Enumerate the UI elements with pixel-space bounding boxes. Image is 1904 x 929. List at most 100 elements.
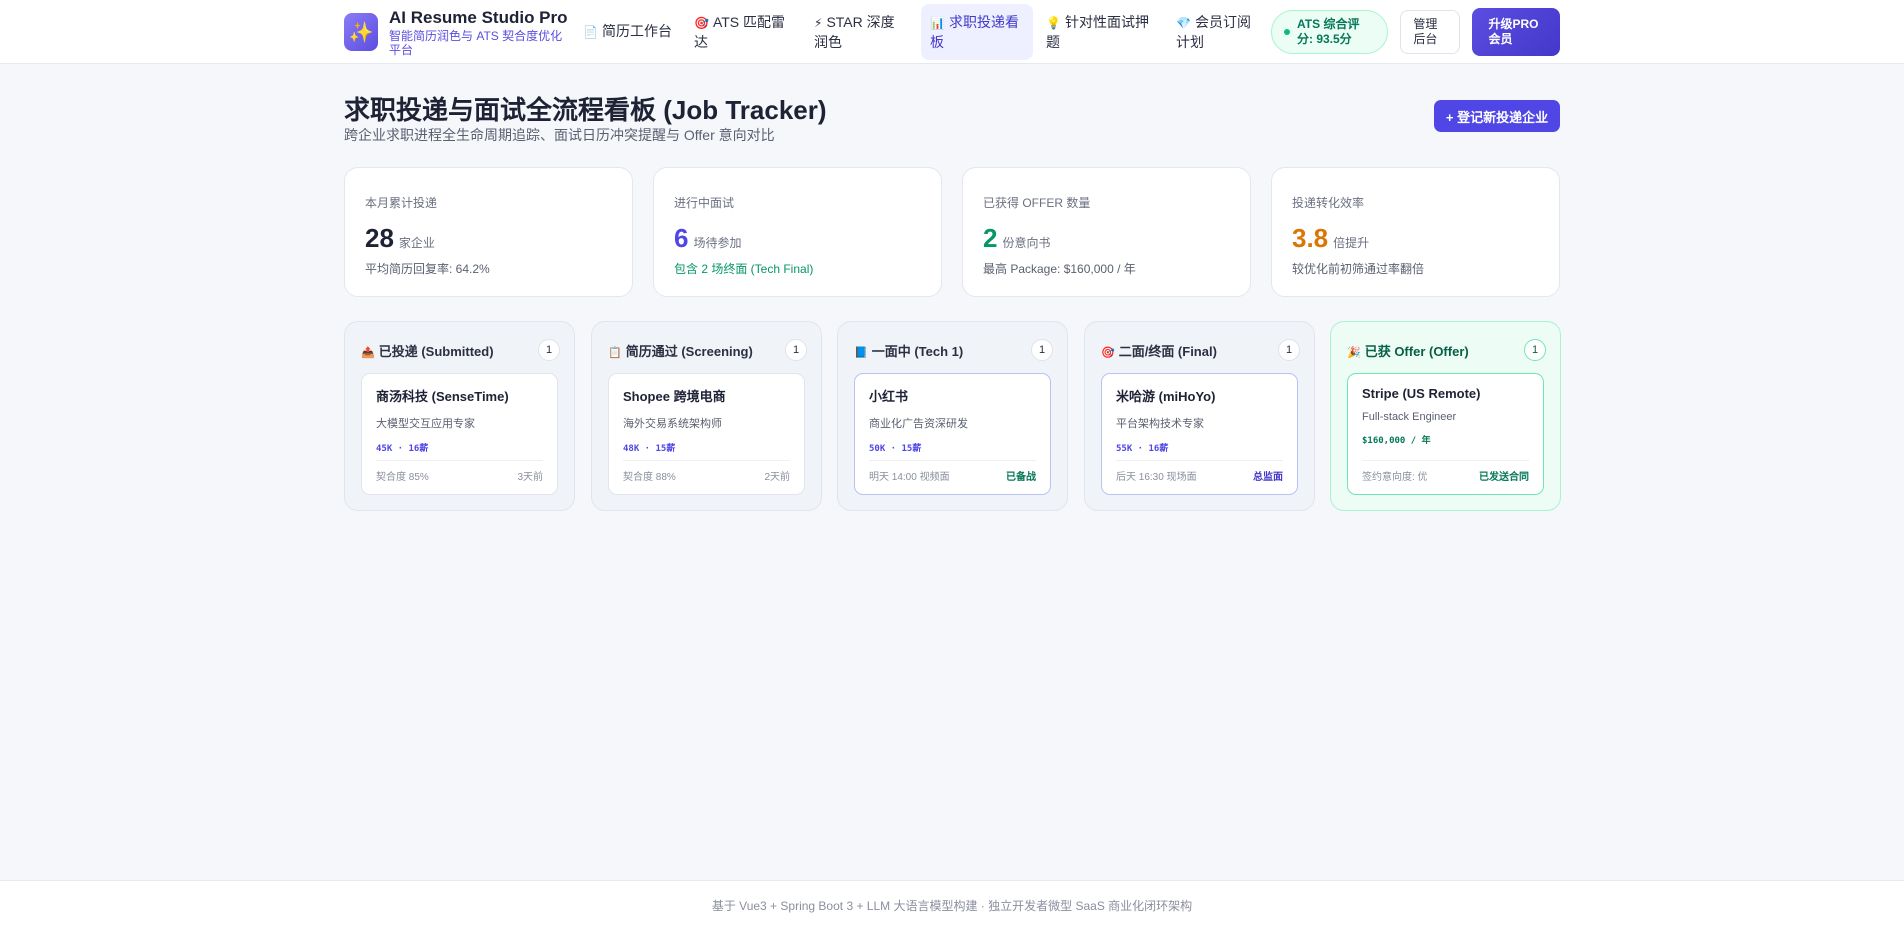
column-title: 已获 Offer (Offer) [1364, 343, 1469, 359]
footer-text: 基于 Vue3 + Spring Boot 3 + LLM 大语言模型构建 · … [711, 898, 1193, 913]
document-icon: 📄 [583, 25, 598, 39]
column-title: 已投递 (Submitted) [378, 343, 494, 359]
stat-card-conversion: 投递转化效率 3.8 倍提升 较优化前初筛通过率翻倍 [1271, 167, 1560, 297]
column-count-badge: 1 [1524, 339, 1546, 361]
page-title: 求职投递与面试全流程看板 (Job Tracker) [344, 95, 827, 125]
kanban-column-tech1: 📘 一面中 (Tech 1) 1 小红书 商业化广告资深研发 50K · 15薪 … [837, 321, 1068, 511]
nav-item-resume-workbench[interactable]: 📄 简历工作台 [574, 4, 681, 60]
stat-unit: 倍提升 [1333, 236, 1370, 250]
card-role: 商业化广告资深研发 [869, 418, 968, 430]
footer: 基于 Vue3 + Spring Boot 3 + LLM 大语言模型构建 · … [0, 880, 1904, 929]
stat-unit: 家企业 [398, 236, 435, 250]
nav-item-membership[interactable]: 💎 会员订阅计划 [1167, 4, 1263, 60]
job-card[interactable]: 商汤科技 (SenseTime) 大模型交互应用专家 45K · 16薪 契合度… [361, 373, 558, 495]
lightbulb-icon: 💡 [1046, 15, 1061, 30]
stat-note: 较优化前初筛通过率翻倍 [1292, 262, 1425, 276]
nav-item-interview-prep[interactable]: 💡 针对性面试押题 [1037, 4, 1163, 60]
card-match-score: 契合度 85% [376, 472, 429, 483]
ats-score-text: ATS 综合评分: 93.5分 [1297, 17, 1360, 46]
stat-value: 28 [365, 223, 394, 253]
stat-label: 已获得 OFFER 数量 [983, 196, 1091, 210]
stat-note: 包含 2 场终面 (Tech Final) [674, 262, 814, 276]
stat-note: 最高 Package: $160,000 / 年 [983, 262, 1136, 276]
stat-card-interviews: 进行中面试 6 场待参加 包含 2 场终面 (Tech Final) [653, 167, 942, 297]
card-match-score: 契合度 88% [623, 472, 676, 483]
card-status-tag: 已发送合同 [1479, 472, 1529, 483]
kanban-column-offer: 🎉 已获 Offer (Offer) 1 Stripe (US Remote) F… [1330, 321, 1561, 511]
brand-subtitle: 智能简历润色与 ATS 契合度优化平台 [389, 28, 563, 57]
card-company: 米哈游 (miHoYo) [1116, 389, 1216, 404]
lightning-icon: ⚡ [814, 15, 823, 30]
nav-item-star-polish[interactable]: ⚡ STAR 深度润色 [805, 4, 917, 60]
card-salary: 55K · 16薪 [1116, 444, 1169, 454]
stat-unit: 场待参加 [693, 236, 742, 250]
stat-note: 平均简历回复率: 64.2% [365, 262, 490, 276]
column-count-badge: 1 [538, 339, 560, 361]
brand-title: AI Resume Studio Pro [389, 7, 568, 27]
card-status-tag: 已备战 [1006, 472, 1036, 483]
kanban-column-submitted: 📤 已投递 (Submitted) 1 商汤科技 (SenseTime) 大模型交… [344, 321, 575, 511]
card-schedule: 后天 16:30 现场面 [1116, 472, 1197, 483]
kanban-column-screening: 📋 简历通过 (Screening) 1 Shopee 跨境电商 海外交易系统架构… [591, 321, 822, 511]
column-title: 一面中 (Tech 1) [871, 343, 964, 359]
ats-score-badge[interactable]: ATS 综合评分: 93.5分 [1271, 10, 1389, 54]
status-dot [1284, 29, 1290, 35]
job-card[interactable]: 小红书 商业化广告资深研发 50K · 15薪 明天 14:00 视频面 已备战 [854, 373, 1051, 495]
card-salary: 48K · 15薪 [623, 444, 676, 454]
job-card[interactable]: Stripe (US Remote) Full-stack Engineer $… [1347, 373, 1544, 495]
card-time: 3天前 [517, 472, 543, 483]
column-count-badge: 1 [1031, 339, 1053, 361]
outbox-icon: 📤 [361, 346, 375, 359]
main-nav: 📄 简历工作台 🎯 ATS 匹配雷达 ⚡ STAR 深度润色 📊 求职投递看板 💡 针对性… [574, 4, 1267, 60]
page-subtitle: 跨企业求职进程全生命周期追踪、面试日历冲突提醒与 Offer 意向对比 [344, 127, 775, 143]
card-status-tag: 总监面 [1253, 472, 1283, 483]
stat-value: 2 [983, 223, 998, 253]
sparkles-icon[interactable]: ✨ [344, 13, 378, 51]
nav-item-ats-radar[interactable]: 🎯 ATS 匹配雷达 [685, 4, 801, 60]
stat-value: 6 [674, 223, 689, 253]
clipboard-icon: 📋 [608, 346, 622, 359]
stat-label: 本月累计投递 [365, 196, 438, 210]
job-card[interactable]: Shopee 跨境电商 海外交易系统架构师 48K · 15薪 契合度 88% … [608, 373, 805, 495]
card-time: 2天前 [764, 472, 790, 483]
nav-item-job-tracker[interactable]: 📊 求职投递看板 [921, 4, 1033, 60]
stat-card-monthly-applications: 本月累计投递 28 家企业 平均简历回复率: 64.2% [344, 167, 633, 297]
card-company: Stripe (US Remote) [1362, 386, 1481, 401]
stat-label: 投递转化效率 [1292, 196, 1365, 210]
admin-button[interactable]: 管理后台 [1400, 10, 1461, 54]
card-salary: 50K · 15薪 [869, 444, 922, 454]
party-popper-icon: 🎉 [1347, 346, 1361, 359]
card-role: 大模型交互应用专家 [376, 418, 475, 430]
nav-label: 针对性面试押题 [1046, 13, 1149, 50]
bar-chart-icon: 📊 [930, 15, 945, 30]
card-intent: 签约意向度: 优 [1362, 472, 1428, 483]
card-role: Full-stack Engineer [1362, 411, 1457, 423]
card-salary: 45K · 16薪 [376, 444, 429, 454]
column-count-badge: 1 [785, 339, 807, 361]
stat-unit: 份意向书 [1002, 236, 1051, 250]
column-count-badge: 1 [1278, 339, 1300, 361]
column-title: 二面/终面 (Final) [1118, 343, 1217, 359]
card-role: 平台架构技术专家 [1116, 418, 1204, 430]
target-icon: 🎯 [694, 15, 709, 30]
card-role: 海外交易系统架构师 [623, 418, 722, 430]
upgrade-pro-button[interactable]: 升级PRO会员 [1472, 8, 1560, 56]
column-title: 简历通过 (Screening) [625, 343, 753, 359]
add-application-button[interactable]: + 登记新投递企业 [1434, 100, 1560, 132]
nav-label: STAR 深度润色 [814, 13, 895, 50]
kanban-column-final: 🎯 二面/终面 (Final) 1 米哈游 (miHoYo) 平台架构技术专家 5… [1084, 321, 1315, 511]
card-company: 商汤科技 (SenseTime) [376, 389, 509, 404]
nav-label: 简历工作台 [601, 23, 672, 39]
stat-card-offers: 已获得 OFFER 数量 2 份意向书 最高 Package: $160,000… [962, 167, 1251, 297]
card-company: Shopee 跨境电商 [623, 389, 726, 404]
top-navbar: ✨ AI Resume Studio Pro 智能简历润色与 ATS 契合度优化… [0, 0, 1904, 64]
brand: AI Resume Studio Pro 智能简历润色与 ATS 契合度优化平台 [389, 7, 568, 57]
stat-value: 3.8 [1292, 223, 1329, 253]
card-salary: $160,000 / 年 [1362, 436, 1431, 446]
book-icon: 📘 [854, 346, 868, 359]
navbar-inner: ✨ AI Resume Studio Pro 智能简历润色与 ATS 契合度优化… [344, 0, 1560, 64]
job-card[interactable]: 米哈游 (miHoYo) 平台架构技术专家 55K · 16薪 后天 16:30… [1101, 373, 1298, 495]
diamond-icon: 💎 [1176, 15, 1191, 30]
card-schedule: 明天 14:00 视频面 [869, 472, 950, 483]
card-company: 小红书 [869, 389, 909, 404]
